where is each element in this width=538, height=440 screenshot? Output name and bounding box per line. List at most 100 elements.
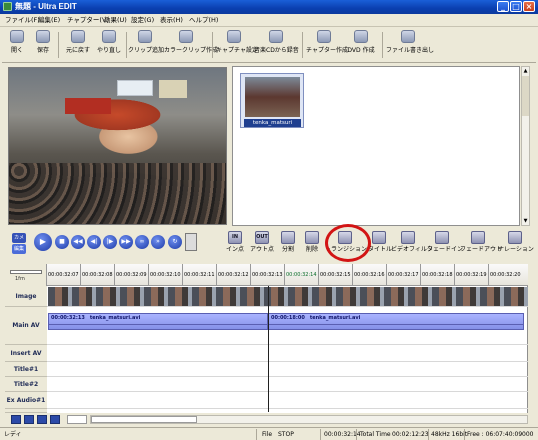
cd-record-button[interactable]: 音楽CDから録音 [254,30,299,61]
split-button[interactable]: 分割 [278,231,298,257]
timecode-label: 00:00:32:13 [252,272,283,278]
timecode-ruler[interactable]: 00:00:32:07 00:00:32:08 00:00:32:09 00:0… [47,264,528,286]
status-state: STOP [278,431,294,438]
in-point-icon: IN [228,231,242,244]
chapter-create-button[interactable]: チャプター作成 [306,30,348,61]
loop-icon[interactable]: ∞ [135,235,149,249]
track-label-title2[interactable]: Title#2 [5,377,47,392]
clip-thumbnail-label: tenka_matsuri [244,119,301,127]
track-label-insert-av[interactable]: Insert AV [5,345,47,362]
timecode-label: 00:00:32:18 [422,272,453,278]
track-label-ex-audio1[interactable]: Ex Audio#1 [5,392,47,409]
ruler-tick [182,264,183,286]
ruler-tick [216,264,217,286]
delete-button[interactable]: 削除 [301,231,323,257]
scrollbar-thumb[interactable] [91,416,197,423]
color-clip-button[interactable]: カラークリップ作成 [164,30,218,61]
timecode-label: 00:00:32:08 [82,272,113,278]
transport-toolbar: カメラ 編集 ▶ ■ ◀◀ ◀| |▶ ▶▶ ∞ » ↻ IN イン点 OUT … [0,229,538,257]
track-label-main-av[interactable]: Main AV [5,307,47,345]
zoom-slider[interactable] [10,270,42,274]
status-free: Free : 06:07:40:09 [467,431,523,438]
save-button[interactable]: 保存 [32,30,54,61]
track-view-icon[interactable] [50,415,60,424]
ruler-tick [284,264,285,286]
volume-slider[interactable] [185,233,197,251]
video-filter-button[interactable]: ビデオフィルタ [391,231,433,257]
timecode-label: 00:00:32:20 [490,272,521,278]
main-av-clip[interactable]: 00:00:18:00 tenka_matsuri.avi [268,313,524,330]
minimize-button[interactable]: _ [497,1,509,12]
fast-forward-icon[interactable]: ▶▶ [119,235,133,249]
status-total-value: 00:02:12:23 [392,431,429,438]
capture-settings-button[interactable]: キャプチャ設定 [216,30,258,61]
edit-mode-button[interactable]: 編集 [12,244,26,254]
file-export-button[interactable]: ファイル書き出し [386,30,434,61]
video-preview[interactable] [8,67,227,225]
maximize-button[interactable]: □ [510,1,522,12]
title-button[interactable]: タイトル [368,231,392,257]
fade-in-button[interactable]: フェードイン [427,231,463,257]
camera-mode-button[interactable]: カメラ [12,233,26,251]
track-lane-title1[interactable] [47,362,528,377]
microphone-icon [508,231,522,244]
play-icon[interactable]: ▶ [34,233,52,251]
ruler-tick [114,264,115,286]
timeline-scrollbar[interactable] [90,415,528,424]
menu-file[interactable]: ファイル(F) [5,16,40,25]
track-label-image[interactable]: Image [5,286,47,307]
add-clip-icon [138,30,152,43]
timecode-label-current: 00:00:32:14 [286,272,317,278]
track-view-icon[interactable] [37,415,47,424]
track-lane-insert-av[interactable] [47,345,528,362]
dvd-create-button[interactable]: DVD 作成 [346,30,376,61]
fade-out-button[interactable]: フェードアウト [460,231,502,257]
rewind-icon[interactable]: ◀◀ [71,235,85,249]
status-counter: 000 [522,431,534,438]
menu-settings[interactable]: 設定(G) [131,16,154,25]
undo-button[interactable]: 元に戻す [62,30,94,61]
close-button[interactable]: × [523,1,535,12]
status-total-label: Total Time [360,431,391,438]
status-file-label: File [262,431,273,438]
scroll-up-icon[interactable]: ▲ [522,67,529,75]
highlight-circle [325,224,371,262]
narration-button[interactable]: ナレーション [498,231,534,257]
export-icon [401,30,415,43]
menu-view[interactable]: 表示(H) [160,16,183,25]
scroll-down-icon[interactable]: ▼ [522,217,529,225]
track-lane-title2[interactable] [47,377,528,392]
add-clip-button[interactable]: クリップ追加 [128,30,164,61]
step-forward-icon[interactable]: |▶ [103,235,117,249]
open-button[interactable]: 開く [6,30,28,61]
stop-icon[interactable]: ■ [55,235,69,249]
in-point-button[interactable]: IN イン点 [224,231,246,257]
timeline-zoom-box[interactable] [67,415,87,424]
playhead[interactable] [268,286,269,412]
out-point-button[interactable]: OUT アウト点 [249,231,275,257]
scrollbar-thumb[interactable] [522,76,529,116]
fade-in-icon [435,231,449,244]
clip-thumbnail[interactable]: tenka_matsuri [240,73,304,128]
image-thumbnail-strip[interactable] [48,287,528,306]
step-back-icon[interactable]: ◀| [87,235,101,249]
chapter-icon [317,30,331,43]
track-label-title1[interactable]: Title#1 [5,362,47,377]
redo-button[interactable]: やり直し [94,30,124,61]
folder-open-icon [10,30,24,43]
bin-scrollbar[interactable]: ▲ ▼ [521,66,530,226]
jump-icon[interactable]: » [151,235,165,249]
track-lane-ex-audio1[interactable] [47,392,528,409]
refresh-icon[interactable]: ↻ [168,235,182,249]
menu-help[interactable]: ヘルプ(H) [189,16,218,25]
ruler-tick [386,264,387,286]
track-view-icon[interactable] [24,415,34,424]
timecode-label: 00:00:32:09 [116,272,147,278]
main-av-clip[interactable]: 00:00:32:13 tenka_matsuri.avi [48,313,268,330]
track-view-icon[interactable] [11,415,21,424]
status-divider [464,429,465,440]
timeline-zoom[interactable]: 1fm [5,264,47,286]
menu-effects[interactable]: 効果(U) [104,16,127,25]
menu-chapter[interactable]: チャプター(V) [67,16,109,25]
menu-edit[interactable]: 編集(E) [38,16,60,25]
